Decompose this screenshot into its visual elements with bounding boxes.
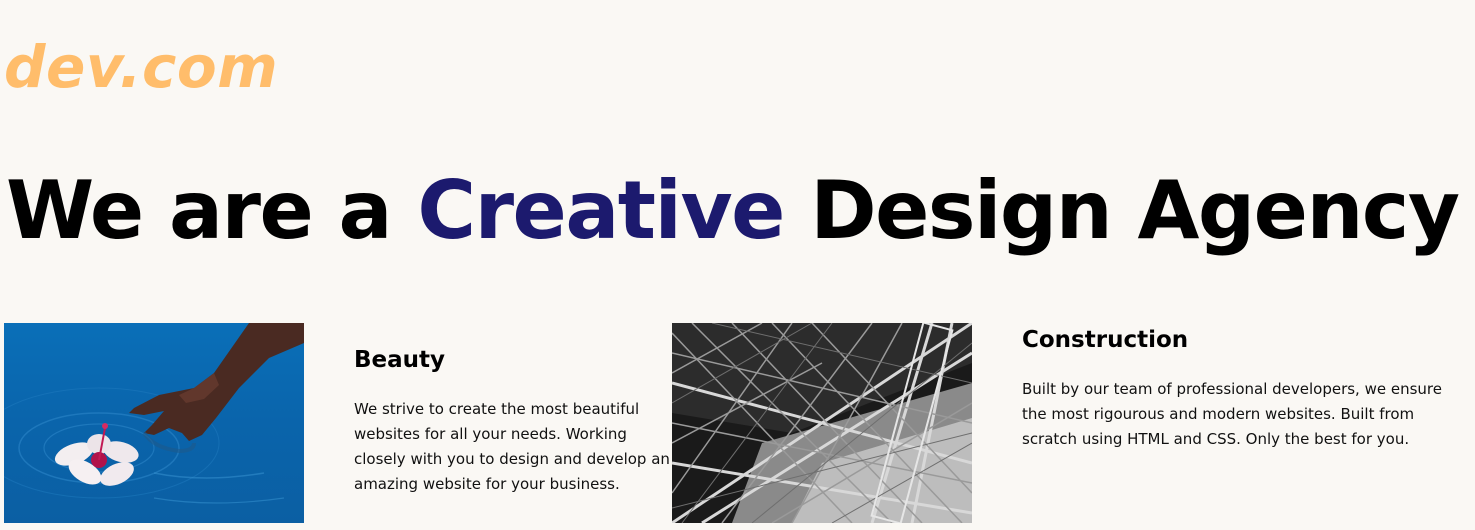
- construction-card-image: [672, 323, 972, 523]
- headline-accent-word: Creative: [417, 164, 785, 257]
- headline-text-end: Design Agency: [783, 164, 1460, 257]
- beauty-card-title: Beauty: [354, 347, 446, 373]
- beauty-card-image: [4, 323, 304, 523]
- construction-card-body: Built by our team of professional develo…: [1022, 380, 1442, 448]
- site-logo[interactable]: dev.com: [4, 32, 278, 102]
- beauty-card: Beauty We strive to create the most beau…: [354, 345, 670, 497]
- beauty-card-body: We strive to create the most beautiful w…: [354, 400, 670, 493]
- headline-text-start: We are a: [6, 164, 418, 257]
- hero-headline: We are a Creative Design Agency: [6, 164, 1460, 257]
- construction-card: Construction Built by our team of profes…: [1022, 325, 1467, 452]
- construction-card-title: Construction: [1022, 327, 1189, 353]
